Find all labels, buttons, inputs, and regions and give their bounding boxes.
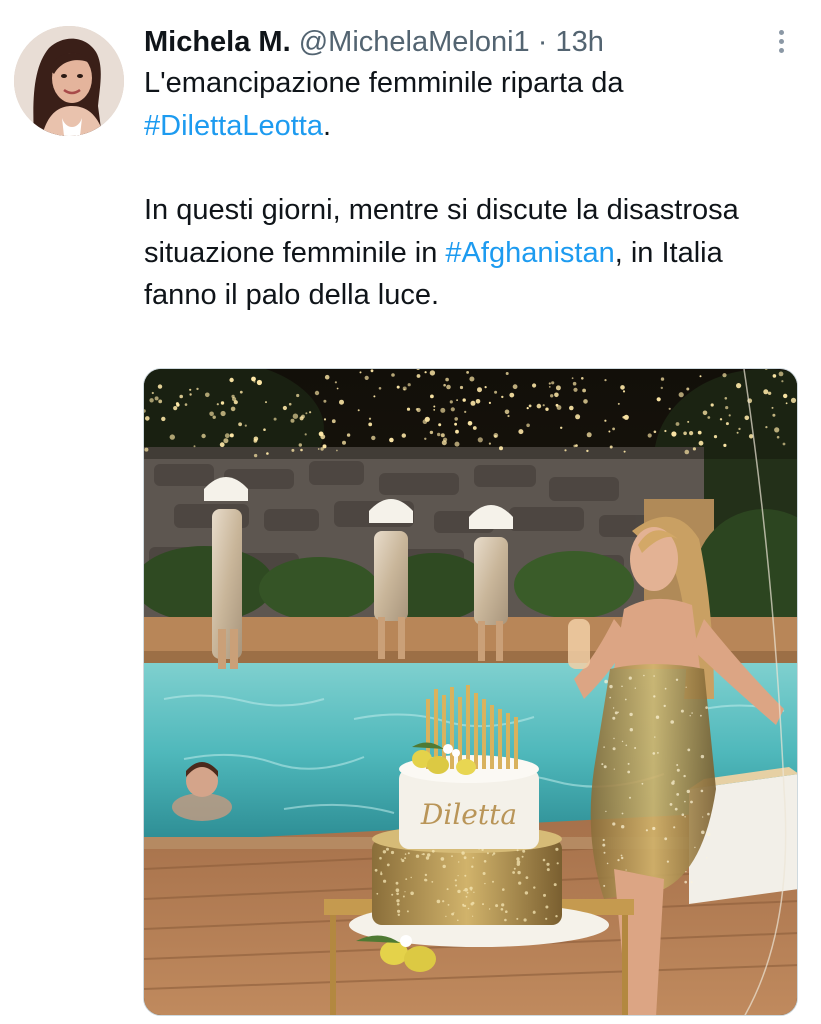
cake-inscription: Diletta (420, 798, 517, 831)
tweet-text: L'emancipazione femminile riparta da #Dil… (144, 62, 794, 317)
tweet: Michela M. @MichelaMeloni1 · 13h L'emanc… (0, 0, 821, 1024)
author-name[interactable]: Michela M. (144, 26, 291, 58)
author-handle[interactable]: @MichelaMeloni1 (299, 26, 530, 58)
tweet-paragraph-2: In questi giorni, mentre si discute la d… (144, 189, 794, 317)
tweet-photo[interactable]: Diletta (143, 368, 798, 1016)
more-vertical-icon[interactable] (770, 24, 792, 58)
avatar[interactable] (14, 26, 124, 136)
tweet-text-period: . (322, 109, 332, 142)
tweet-header: Michela M. @MichelaMeloni1 · 13h (144, 24, 604, 60)
tweet-text-line1: L'emancipazione femminile riparta da (144, 67, 624, 99)
hashtag-diletta-leotta[interactable]: #DilettaLeotta (144, 110, 323, 142)
hashtag-afghanistan[interactable]: #Afghanistan (445, 237, 614, 269)
tweet-timestamp[interactable]: 13h (555, 26, 603, 58)
separator-dot: · (537, 26, 548, 58)
tweet-paragraph-1: L'emancipazione femminile riparta da #Dil… (144, 62, 794, 147)
